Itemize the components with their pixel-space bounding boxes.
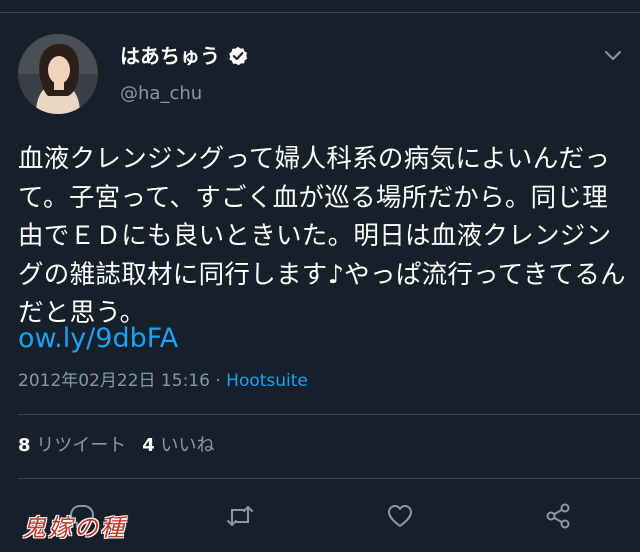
watermark: 鬼嫁の種 [22, 514, 126, 542]
retweets-count: 8 [18, 435, 31, 456]
tweet-link[interactable]: ow.ly/9dbFA [18, 320, 178, 358]
retweet-button[interactable] [224, 500, 256, 532]
stats-top-divider [18, 414, 640, 415]
heart-icon [388, 505, 412, 527]
retweet-icon [227, 506, 253, 526]
retweets-stat[interactable]: 8 リツイート [18, 435, 126, 456]
retweets-label: リツイート [36, 435, 127, 456]
likes-stat[interactable]: 4 いいね [142, 435, 214, 456]
tweet-timestamp[interactable]: 2012年02月22日 15:16 [18, 371, 210, 391]
tweet-meta: 2012年02月22日 15:16 · Hootsuite [18, 370, 308, 392]
avatar-image [18, 34, 98, 114]
avatar[interactable] [18, 34, 98, 114]
tweet-text: 血液クレンジングって婦人科系の病気によいんだって。子宮って、すごく血が巡る場所だ… [18, 144, 626, 328]
share-icon [546, 503, 570, 529]
likes-label: いいね [160, 435, 215, 456]
stats-bottom-divider [18, 478, 640, 479]
user-handle[interactable]: @ha_chu [120, 83, 202, 105]
top-divider [0, 12, 640, 13]
verified-badge-icon [228, 46, 248, 66]
share-button[interactable] [542, 500, 574, 532]
likes-count: 4 [142, 435, 155, 456]
like-button[interactable] [384, 500, 416, 532]
chevron-down-icon[interactable] [603, 48, 623, 62]
tweet-source[interactable]: Hootsuite [226, 371, 308, 391]
meta-separator: · [209, 371, 227, 391]
tweet-stats: 8 リツイート 4 いいね [18, 434, 215, 458]
display-name[interactable]: はあちゅう [120, 44, 220, 68]
display-name-row[interactable]: はあちゅう [120, 44, 248, 68]
